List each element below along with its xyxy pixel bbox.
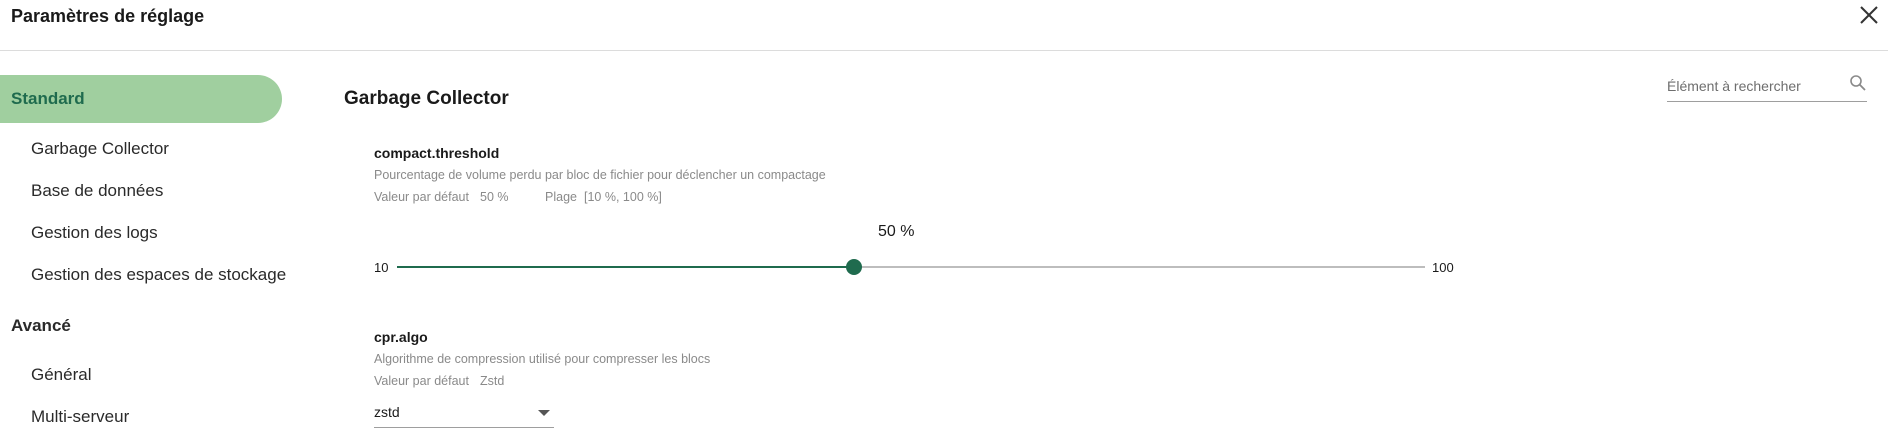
default-value: Zstd bbox=[480, 374, 505, 388]
sidebar-item-gestion-des-logs[interactable]: Gestion des logs bbox=[31, 223, 158, 243]
slider-value-label: 50 % bbox=[878, 223, 915, 240]
sidebar-item-gestion-des-espaces[interactable]: Gestion des espaces de stockage bbox=[31, 265, 286, 285]
sidebar-group-standard[interactable]: Standard bbox=[0, 75, 282, 123]
algo-select-value: zstd bbox=[374, 404, 400, 420]
slider-thumb[interactable] bbox=[845, 259, 862, 275]
slider-min-label: 10 bbox=[374, 260, 389, 275]
close-icon[interactable] bbox=[1858, 4, 1880, 26]
sidebar-item-base-de-donnees[interactable]: Base de données bbox=[31, 181, 163, 201]
default-label: Valeur par défaut bbox=[374, 374, 469, 388]
sidebar: Standard Garbage Collector Base de donné… bbox=[0, 51, 300, 432]
sidebar-item-garbage-collector[interactable]: Garbage Collector bbox=[31, 139, 169, 159]
dialog-title: Paramètres de réglage bbox=[11, 6, 205, 26]
slider-max-label: 100 bbox=[1432, 260, 1454, 275]
search-icon[interactable] bbox=[1849, 74, 1867, 92]
sidebar-group-avance[interactable]: Avancé bbox=[11, 316, 71, 336]
sidebar-item-multi-serveur[interactable]: Multi-serveur bbox=[31, 407, 129, 427]
algo-select[interactable]: zstd bbox=[374, 400, 554, 428]
default-label: Valeur par défaut bbox=[374, 190, 469, 204]
param-name-cpr-algo: cpr.algo bbox=[374, 329, 428, 345]
default-value: 50 % bbox=[480, 190, 509, 204]
slider-fill bbox=[397, 266, 854, 268]
search-input[interactable] bbox=[1667, 76, 1837, 96]
param-description: Algorithme de compression utilisé pour c… bbox=[374, 352, 711, 366]
range-label: Plage bbox=[545, 190, 577, 204]
section-title: Garbage Collector bbox=[344, 88, 509, 109]
chevron-down-icon[interactable] bbox=[538, 410, 550, 416]
param-name-compact-threshold: compact.threshold bbox=[374, 145, 500, 161]
search-field[interactable] bbox=[1667, 68, 1867, 102]
range-value: [10 %, 100 %] bbox=[584, 190, 662, 204]
slider-track[interactable] bbox=[397, 259, 1425, 275]
sidebar-item-general[interactable]: Général bbox=[31, 365, 91, 385]
dialog-header: Paramètres de réglage bbox=[0, 0, 1888, 51]
param-description: Pourcentage de volume perdu par bloc de … bbox=[374, 168, 826, 182]
sidebar-group-label: Standard bbox=[11, 89, 85, 108]
